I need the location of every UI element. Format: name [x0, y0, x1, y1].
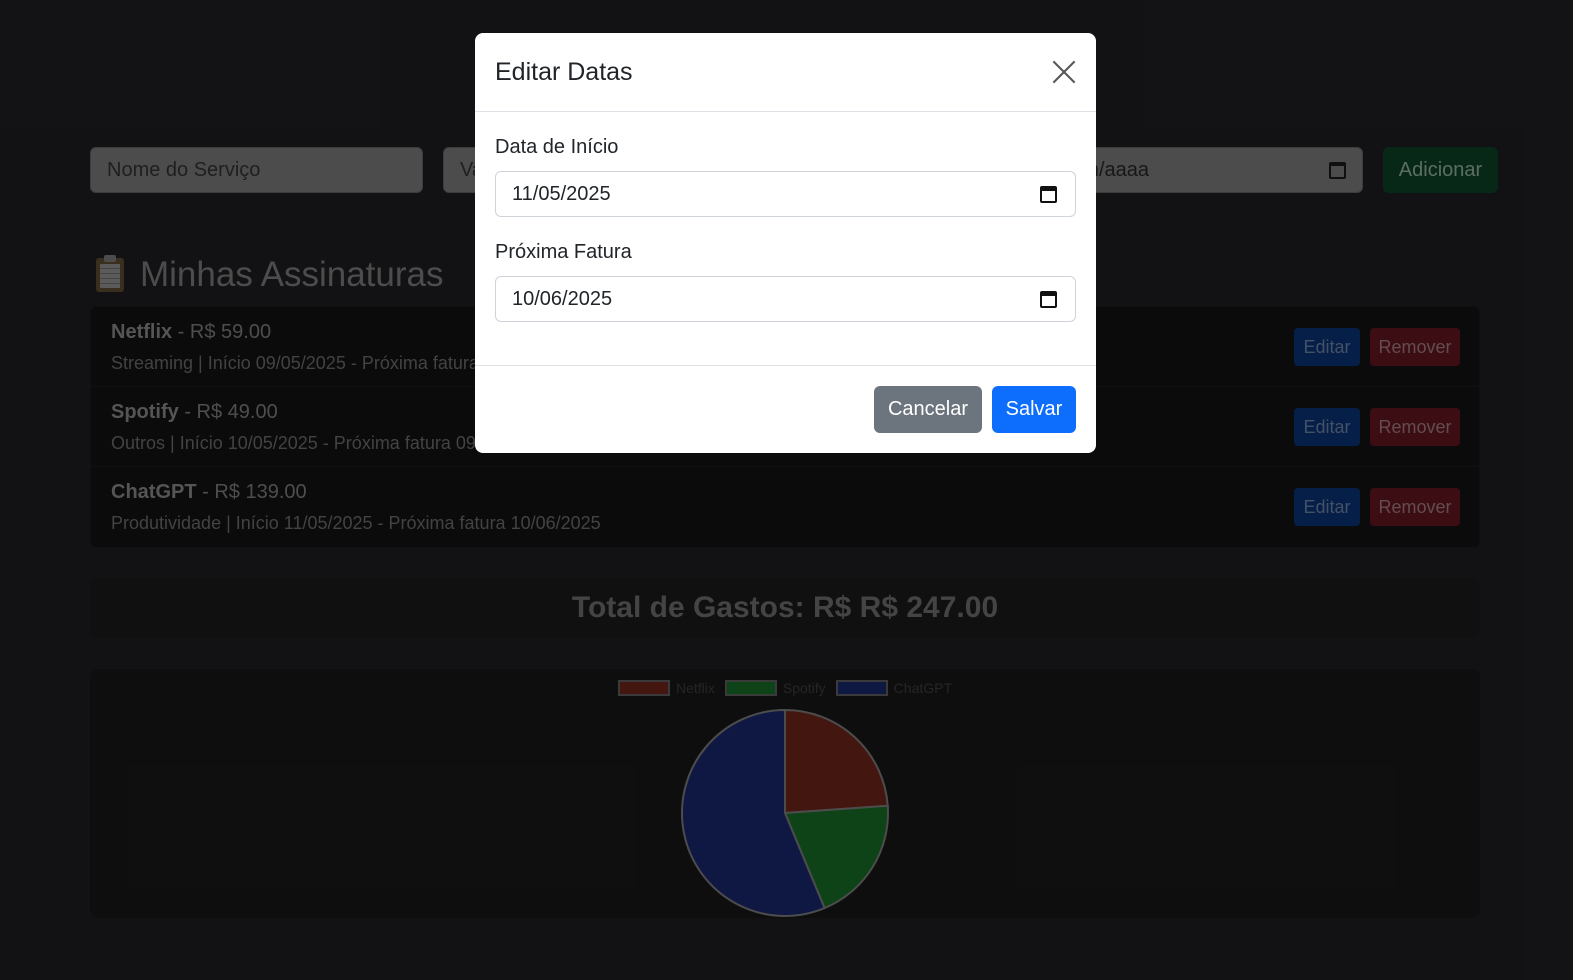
cancel-button[interactable]: Cancelar: [874, 385, 982, 433]
next-invoice-input[interactable]: 10/06/2025: [495, 276, 1076, 322]
edit-dates-modal: Editar Datas Data de Início 11/05/2025 P…: [475, 33, 1096, 453]
calendar-icon[interactable]: [1040, 185, 1057, 203]
calendar-icon[interactable]: [1040, 290, 1057, 308]
start-date-input[interactable]: 11/05/2025: [495, 171, 1076, 217]
start-date-label: Data de Início: [495, 136, 619, 158]
modal-body: Data de Início 11/05/2025 Próxima Fatura…: [475, 112, 1096, 366]
modal-title: Editar Datas: [495, 57, 633, 86]
close-icon[interactable]: [1052, 60, 1076, 84]
start-date-value: 11/05/2025: [512, 182, 611, 205]
modal-header: Editar Datas: [475, 33, 1096, 112]
save-button[interactable]: Salvar: [992, 385, 1076, 433]
next-invoice-label: Próxima Fatura: [495, 241, 632, 263]
next-invoice-value: 10/06/2025: [512, 287, 613, 310]
modal-footer: Cancelar Salvar: [475, 366, 1096, 452]
